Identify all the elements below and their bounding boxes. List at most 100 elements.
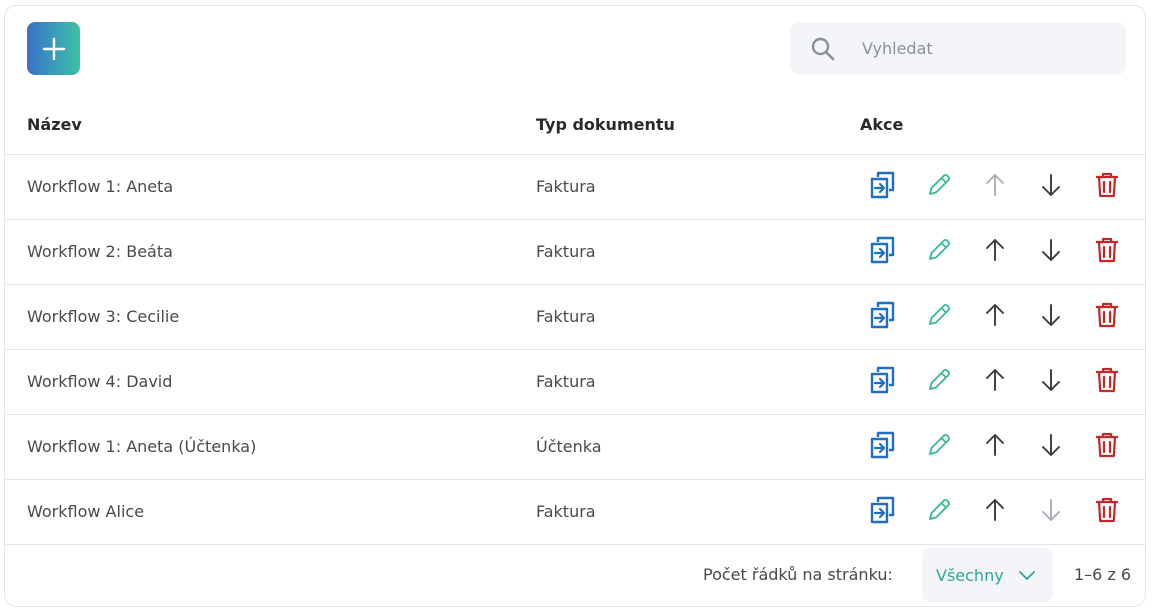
table-row: Workflow 1: Aneta Faktura xyxy=(5,155,1145,220)
move-down-button[interactable] xyxy=(1033,299,1069,335)
move-down-button[interactable] xyxy=(1033,364,1069,400)
move-up-button[interactable] xyxy=(977,234,1013,270)
arrow-up-icon xyxy=(981,236,1009,268)
move-up-button[interactable] xyxy=(977,494,1013,530)
copy-icon xyxy=(869,430,897,464)
column-header-actions: Akce xyxy=(860,115,904,134)
workflow-name: Workflow 3: Cecilie xyxy=(27,307,180,326)
workflow-table-card: Název Typ dokumentu Akce Workflow 1: Ane… xyxy=(4,5,1146,607)
plus-icon xyxy=(42,37,65,60)
rows-per-page-value: Všechny xyxy=(936,565,1004,585)
table-footer: Počet řádků na stránku: Všechny 1–6 z 6 xyxy=(5,542,1145,608)
trash-icon xyxy=(1094,301,1120,333)
arrow-up-icon xyxy=(981,301,1009,333)
add-workflow-button[interactable] xyxy=(27,22,80,75)
pencil-icon xyxy=(925,431,953,463)
search-input[interactable] xyxy=(860,38,1094,59)
copy-button[interactable] xyxy=(865,169,901,205)
copy-button[interactable] xyxy=(865,494,901,530)
trash-icon xyxy=(1094,366,1120,398)
search-icon xyxy=(811,37,835,60)
table-row: Workflow 3: Cecilie Faktura xyxy=(5,285,1145,350)
trash-icon xyxy=(1094,496,1120,528)
arrow-up-icon xyxy=(981,366,1009,398)
arrow-down-icon xyxy=(1037,496,1065,528)
workflow-name: Workflow Alice xyxy=(27,502,145,521)
edit-button[interactable] xyxy=(921,364,957,400)
table-row: Workflow Alice Faktura xyxy=(5,480,1145,545)
table-row: Workflow 4: David Faktura xyxy=(5,350,1145,415)
move-up-button xyxy=(977,169,1013,205)
copy-icon xyxy=(869,365,897,399)
table-row: Workflow 1: Aneta (Účtenka) Účtenka xyxy=(5,415,1145,480)
row-actions xyxy=(865,299,1145,335)
delete-button[interactable] xyxy=(1089,429,1125,465)
table-header: Název Typ dokumentu Akce xyxy=(5,96,1145,155)
arrow-down-icon xyxy=(1037,366,1065,398)
copy-button[interactable] xyxy=(865,299,901,335)
document-type: Faktura xyxy=(536,177,596,196)
rows-per-page-label: Počet řádků na stránku: xyxy=(703,565,893,584)
document-type: Účtenka xyxy=(536,437,602,456)
arrow-down-icon xyxy=(1037,171,1065,203)
pencil-icon xyxy=(925,496,953,528)
workflow-name: Workflow 4: David xyxy=(27,372,173,391)
row-actions xyxy=(865,429,1145,465)
arrow-up-icon xyxy=(981,171,1009,203)
column-header-name[interactable]: Název xyxy=(27,115,82,134)
arrow-down-icon xyxy=(1037,236,1065,268)
trash-icon xyxy=(1094,171,1120,203)
trash-icon xyxy=(1094,431,1120,463)
edit-button[interactable] xyxy=(921,494,957,530)
search-box[interactable] xyxy=(790,22,1126,75)
arrow-down-icon xyxy=(1037,301,1065,333)
move-down-button[interactable] xyxy=(1033,234,1069,270)
pencil-icon xyxy=(925,301,953,333)
rows-per-page-select[interactable]: Všechny xyxy=(922,548,1053,602)
pencil-icon xyxy=(925,236,953,268)
arrow-down-icon xyxy=(1037,431,1065,463)
pencil-icon xyxy=(925,366,953,398)
move-down-button[interactable] xyxy=(1033,429,1069,465)
row-actions xyxy=(865,234,1145,270)
trash-icon xyxy=(1094,236,1120,268)
delete-button[interactable] xyxy=(1089,169,1125,205)
column-header-type[interactable]: Typ dokumentu xyxy=(536,115,675,134)
delete-button[interactable] xyxy=(1089,299,1125,335)
pencil-icon xyxy=(925,171,953,203)
copy-icon xyxy=(869,235,897,269)
copy-icon xyxy=(869,495,897,529)
edit-button[interactable] xyxy=(921,299,957,335)
copy-button[interactable] xyxy=(865,234,901,270)
edit-button[interactable] xyxy=(921,169,957,205)
copy-icon xyxy=(869,170,897,204)
row-actions xyxy=(865,494,1145,530)
chevron-down-icon xyxy=(1018,571,1035,580)
move-down-button[interactable] xyxy=(1033,169,1069,205)
copy-button[interactable] xyxy=(865,364,901,400)
workflow-name: Workflow 1: Aneta (Účtenka) xyxy=(27,437,257,456)
copy-button[interactable] xyxy=(865,429,901,465)
table-row: Workflow 2: Beáta Faktura xyxy=(5,220,1145,285)
delete-button[interactable] xyxy=(1089,494,1125,530)
row-actions xyxy=(865,364,1145,400)
document-type: Faktura xyxy=(536,502,596,521)
delete-button[interactable] xyxy=(1089,364,1125,400)
move-up-button[interactable] xyxy=(977,299,1013,335)
arrow-up-icon xyxy=(981,496,1009,528)
move-up-button[interactable] xyxy=(977,429,1013,465)
document-type: Faktura xyxy=(536,372,596,391)
arrow-up-icon xyxy=(981,431,1009,463)
delete-button[interactable] xyxy=(1089,234,1125,270)
workflow-name: Workflow 2: Beáta xyxy=(27,242,173,261)
edit-button[interactable] xyxy=(921,234,957,270)
row-actions xyxy=(865,169,1145,205)
pagination-range: 1–6 z 6 xyxy=(1074,565,1132,584)
document-type: Faktura xyxy=(536,307,596,326)
edit-button[interactable] xyxy=(921,429,957,465)
table-body: Workflow 1: Aneta Faktura Workflow 2: Beát… xyxy=(5,155,1145,545)
copy-icon xyxy=(869,300,897,334)
move-up-button[interactable] xyxy=(977,364,1013,400)
move-down-button xyxy=(1033,494,1069,530)
workflow-name: Workflow 1: Aneta xyxy=(27,177,174,196)
